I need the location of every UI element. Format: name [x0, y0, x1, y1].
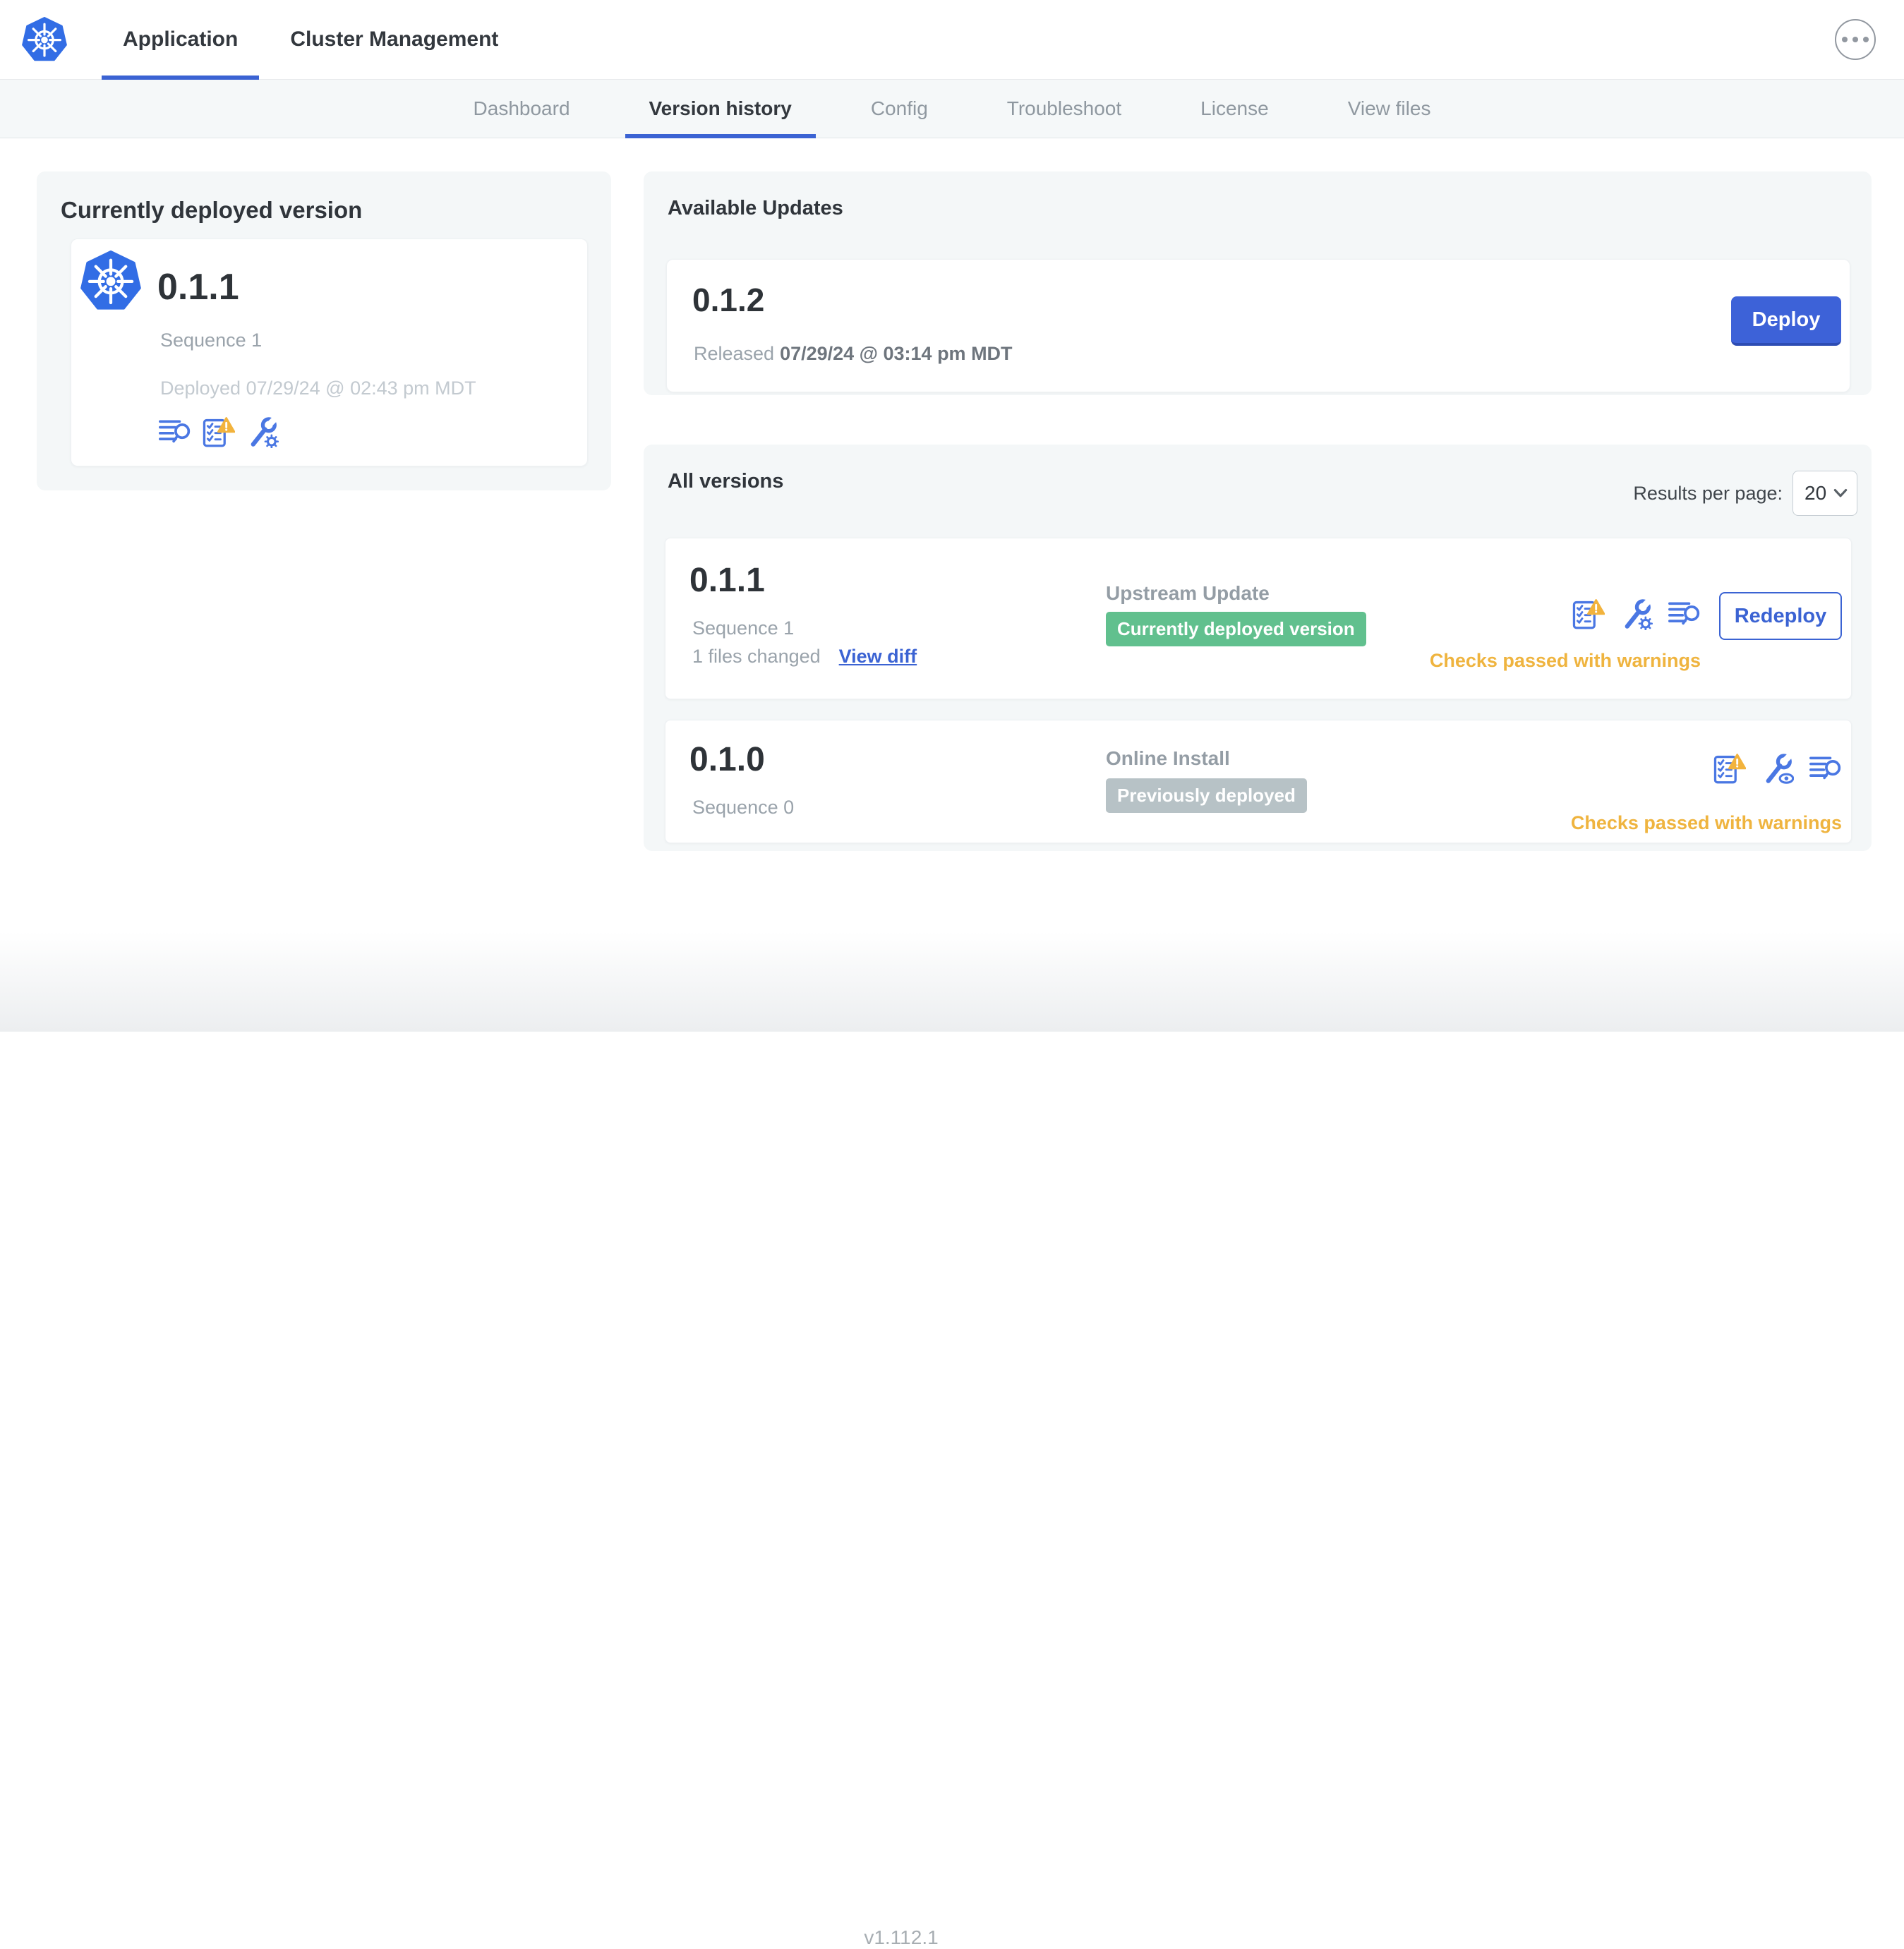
tab-application-label: Application [123, 28, 239, 51]
preflight-checks-warning-icon[interactable] [1572, 598, 1605, 630]
current-version-sequence: Sequence 1 [160, 330, 263, 351]
view-diff-link[interactable]: View diff [839, 646, 917, 668]
row-version-number: 0.1.1 [689, 562, 765, 599]
deploy-logs-icon[interactable] [1809, 752, 1842, 785]
results-per-page-select[interactable]: 20 [1792, 471, 1857, 516]
subnav-tab-label: Config [870, 97, 928, 119]
files-changed-label: 1 files changed [692, 646, 821, 667]
available-updates-title: Available Updates [668, 197, 843, 219]
available-update-row: 0.1.2 Released 07/29/24 @ 03:14 pm MDT De… [666, 259, 1850, 392]
version-row-actions [1572, 598, 1701, 630]
update-released-line: Released 07/29/24 @ 03:14 pm MDT [694, 343, 1013, 365]
deploy-logs-icon[interactable] [159, 416, 191, 448]
ellipsis-menu-button[interactable] [1835, 19, 1876, 60]
subnav-tab-label: View files [1347, 97, 1431, 119]
files-changed-line: 1 files changed View diff [692, 646, 917, 668]
released-date: 07/29/24 @ 03:14 pm MDT [780, 343, 1013, 364]
current-version-actions [159, 416, 279, 448]
all-versions-title: All versions [668, 470, 784, 493]
ellipsis-dot [1852, 37, 1858, 42]
subnav-tab-dashboard[interactable]: Dashboard [450, 80, 594, 138]
top-header: Application Cluster Management [0, 0, 1904, 80]
results-per-page-value: 20 [1804, 482, 1827, 504]
version-source-label: Online Install [1106, 747, 1230, 769]
subnav-tab-troubleshoot[interactable]: Troubleshoot [983, 80, 1145, 138]
currently-deployed-card: Currently deployed version 0.1.1 Sequenc… [37, 171, 611, 490]
ellipsis-dot [1842, 37, 1848, 42]
all-versions-card: All versions Results per page: 20 0.1.1 … [644, 445, 1872, 851]
current-version-deployed-timestamp: Deployed 07/29/24 @ 02:43 pm MDT [160, 378, 476, 399]
chevron-down-icon [1833, 488, 1848, 497]
currently-deployed-version-panel: 0.1.1 Sequence 1 Deployed 07/29/24 @ 02:… [71, 239, 588, 466]
preflight-checks-warning-icon[interactable] [1713, 752, 1746, 785]
update-version-number: 0.1.2 [692, 282, 765, 318]
page-footer: v1.112.1 [0, 931, 1904, 1948]
version-row-actions [1713, 752, 1842, 785]
previously-deployed-badge: Previously deployed [1106, 778, 1307, 813]
preflight-checks-warning-icon[interactable] [203, 416, 235, 448]
subnav-tab-label: License [1200, 97, 1269, 119]
subnav-tab-version-history[interactable]: Version history [625, 80, 817, 138]
currently-deployed-title: Currently deployed version [61, 197, 363, 223]
edit-config-icon[interactable] [1620, 598, 1653, 630]
row-sequence: Sequence 1 [692, 617, 795, 639]
results-per-page: Results per page: 20 [1633, 471, 1857, 516]
ellipsis-dot [1863, 37, 1869, 42]
subnav-tab-label: Troubleshoot [1006, 97, 1122, 119]
header-nav: Application Cluster Management [102, 0, 529, 80]
deploy-button[interactable]: Deploy [1731, 296, 1841, 346]
subnav-tab-label: Version history [649, 97, 792, 119]
console-version-label: v1.112.1 [864, 1926, 939, 1948]
deploy-logs-icon[interactable] [1668, 598, 1701, 630]
tab-cluster-management[interactable]: Cluster Management [269, 0, 519, 79]
available-updates-card: Available Updates 0.1.2 Released 07/29/24… [644, 171, 1872, 395]
view-config-icon[interactable] [1761, 752, 1794, 785]
subnav-tab-license[interactable]: License [1176, 80, 1293, 138]
preflight-status-text: Checks passed with warnings [1570, 812, 1842, 833]
version-row: 0.1.0 Sequence 0 Online Install Previous… [665, 720, 1852, 843]
subnav-tab-view-files[interactable]: View files [1324, 80, 1455, 138]
released-label: Released [694, 343, 775, 364]
currently-deployed-badge: Currently deployed version [1106, 612, 1366, 646]
tab-cluster-management-label: Cluster Management [290, 28, 499, 51]
subnav-tab-config[interactable]: Config [847, 80, 952, 138]
row-version-number: 0.1.0 [689, 741, 765, 778]
current-version-number: 0.1.1 [157, 267, 239, 308]
tab-application[interactable]: Application [102, 0, 260, 80]
kubernetes-app-icon [80, 251, 142, 311]
preflight-status-text: Checks passed with warnings [1429, 650, 1701, 671]
version-row: 0.1.1 Sequence 1 1 files changed View di… [665, 538, 1852, 699]
subnav-tab-label: Dashboard [473, 97, 570, 119]
app-subnav: Dashboard Version history Config Trouble… [0, 80, 1904, 138]
results-per-page-label: Results per page: [1633, 482, 1783, 504]
edit-config-icon[interactable] [246, 416, 279, 448]
version-source-label: Upstream Update [1106, 582, 1270, 604]
row-sequence: Sequence 0 [692, 797, 795, 818]
kubernetes-logo-icon [21, 17, 68, 62]
redeploy-button[interactable]: Redeploy [1719, 592, 1842, 640]
